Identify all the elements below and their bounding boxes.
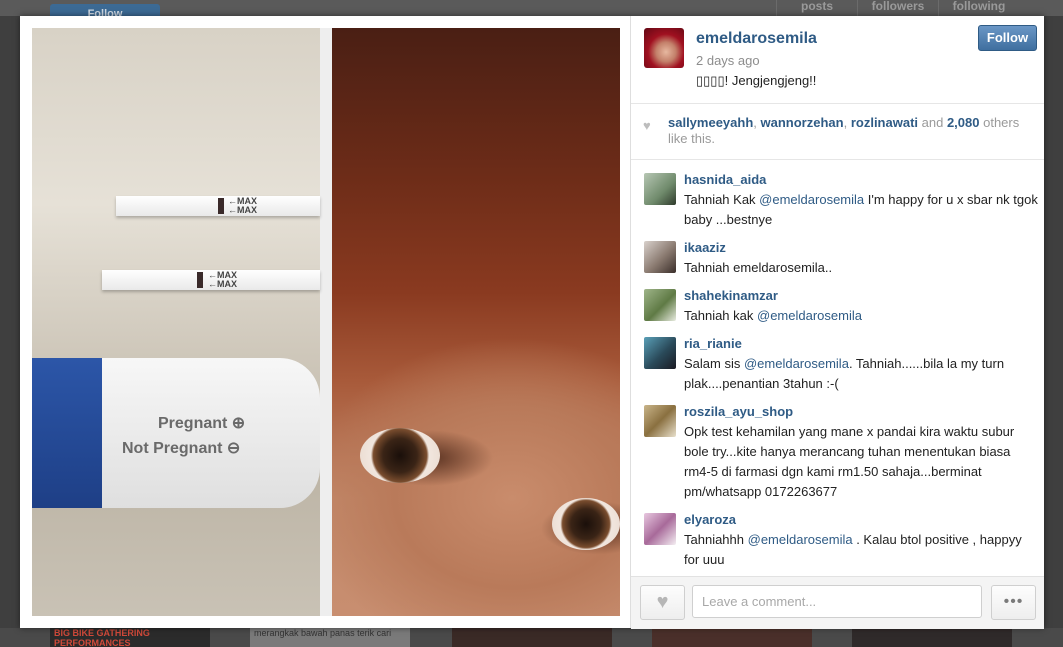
comment-username[interactable]: hasnida_aida	[684, 172, 766, 187]
heart-icon: ♥	[643, 118, 651, 133]
background-thumbnail-text: BIG BIKE GATHERING PERFORMANCES	[54, 628, 150, 647]
background-stat-posts[interactable]: posts	[776, 0, 857, 16]
background-header: Follow posts followers following	[0, 0, 1063, 20]
background-thumbnail[interactable]	[652, 628, 812, 647]
eye-image	[360, 428, 440, 483]
comment-mention[interactable]: @emeldarosemila	[744, 356, 849, 371]
liker-link[interactable]: sallymeeyahh	[668, 115, 753, 130]
comment-text: Tahniah emeldarosemila..	[684, 258, 1039, 278]
likes-count[interactable]: 2,080	[947, 115, 980, 130]
liker-link[interactable]: rozlinawati	[851, 115, 918, 130]
comment-text: Tahniahhh @emeldarosemila . Kalau btol p…	[684, 530, 1039, 570]
avatar[interactable]	[644, 241, 676, 273]
liker-link[interactable]: wannorzehan	[761, 115, 844, 130]
comment-mention[interactable]: @emeldarosemila	[759, 192, 864, 207]
comment-text: Tahniah Kak @emeldarosemila I'm happy fo…	[684, 190, 1039, 230]
comment-footer: ♥ •••	[631, 576, 1044, 629]
follow-button[interactable]: Follow	[978, 25, 1037, 51]
post-username[interactable]: emeldarosemila	[696, 30, 817, 48]
comment-mention[interactable]: @emeldarosemila	[757, 308, 862, 323]
likes-separator: ,	[843, 115, 851, 130]
background-thumbnail[interactable]	[452, 628, 612, 647]
post-header: emeldarosemila 2 days ago ▯▯▯▯! Jengjeng…	[631, 16, 1044, 104]
test-strip: ←MAX ←MAX	[116, 196, 320, 216]
likes-section: ♥ sallymeeyahh, wannorzehan, rozlinawati…	[631, 104, 1044, 160]
avatar[interactable]	[644, 405, 676, 437]
comment-item: ria_rianie Salam sis @emeldarosemila. Ta…	[631, 330, 1044, 398]
heart-icon: ♥	[656, 591, 669, 613]
comment-text: Opk test kehamilan yang mane x pandai ki…	[684, 422, 1039, 502]
comment-item: elyaroza Tahniahhh @emeldarosemila . Kal…	[631, 506, 1044, 574]
like-button[interactable]: ♥	[640, 585, 685, 620]
comment-text-part: Tahniahhh	[684, 532, 748, 547]
comment-username[interactable]: ria_rianie	[684, 336, 742, 351]
post-caption: ▯▯▯▯! Jengjengjeng!!	[696, 73, 817, 88]
test-label-pregnant: Pregnant ⊕	[158, 415, 246, 432]
comment-text: Salam sis @emeldarosemila. Tahniah......…	[684, 354, 1039, 394]
test-strip-label: ←MAX ←MAX	[228, 196, 257, 215]
likes-text: sallymeeyahh, wannorzehan, rozlinawati a…	[668, 115, 1028, 147]
comment-item: ikaaziz Tahniah emeldarosemila..	[631, 234, 1044, 282]
avatar[interactable]	[644, 289, 676, 321]
likes-separator: ,	[753, 115, 761, 130]
background-thumbnail-text: merangkak bawah panas terik cari	[254, 628, 392, 638]
photo-modal: ←MAX ←MAX ←MAX ←MAX Pregnant ⊕ Not Pregn…	[20, 16, 1044, 629]
comment-text: Tahniah kak @emeldarosemila	[684, 306, 1039, 326]
background-stat-following[interactable]: following	[938, 0, 1019, 16]
test-strip-label: ←MAX ←MAX	[208, 270, 237, 289]
test-strip-line	[197, 272, 203, 288]
avatar[interactable]	[644, 513, 676, 545]
likes-and: and	[918, 115, 947, 130]
comment-username[interactable]: shahekinamzar	[684, 288, 778, 303]
comment-text-part: Tahniah emeldarosemila..	[684, 260, 833, 275]
background-thumbnail[interactable]	[852, 628, 1012, 647]
test-label-not-pregnant: Not Pregnant ⊖	[122, 440, 241, 457]
comment-text-part: Opk test kehamilan yang mane x pandai ki…	[684, 424, 1015, 499]
pregnancy-test-cap	[32, 358, 102, 508]
avatar[interactable]	[644, 28, 684, 68]
test-strip: ←MAX ←MAX	[102, 270, 320, 290]
post-photo[interactable]: ←MAX ←MAX ←MAX ←MAX Pregnant ⊕ Not Pregn…	[32, 28, 620, 616]
background-thumbnail[interactable]: merangkak bawah panas terik cari	[250, 628, 410, 647]
comment-username[interactable]: roszila_ayu_shop	[684, 404, 793, 419]
test-strip-line	[218, 198, 224, 214]
post-timestamp: 2 days ago	[696, 53, 760, 68]
comment-item: shahekinamzar Tahniah kak @emeldarosemil…	[631, 282, 1044, 330]
comment-mention[interactable]: @emeldarosemila	[748, 532, 853, 547]
background-thumbnail[interactable]: BIG BIKE GATHERING PERFORMANCES	[50, 628, 210, 647]
comments-list[interactable]: hasnida_aida Tahniah Kak @emeldarosemila…	[631, 166, 1044, 576]
avatar[interactable]	[644, 337, 676, 369]
comment-username[interactable]: elyaroza	[684, 512, 736, 527]
background-stat-followers[interactable]: followers	[857, 0, 938, 16]
comment-input[interactable]	[692, 585, 982, 618]
comment-username[interactable]: ikaaziz	[684, 240, 726, 255]
photo-right-face	[332, 28, 620, 616]
avatar[interactable]	[644, 173, 676, 205]
comment-text-part: Tahniah Kak	[684, 192, 760, 207]
comment-item: roszila_ayu_shop Opk test kehamilan yang…	[631, 398, 1044, 506]
comment-item: hasnida_aida Tahniah Kak @emeldarosemila…	[631, 166, 1044, 234]
comment-text-part: Salam sis	[684, 356, 744, 371]
more-options-button[interactable]: •••	[991, 585, 1036, 620]
eye-image	[552, 498, 620, 550]
comment-text-part: Tahniah kak	[684, 308, 757, 323]
photo-left-pregnancy-tests: ←MAX ←MAX ←MAX ←MAX Pregnant ⊕ Not Pregn…	[32, 28, 320, 616]
